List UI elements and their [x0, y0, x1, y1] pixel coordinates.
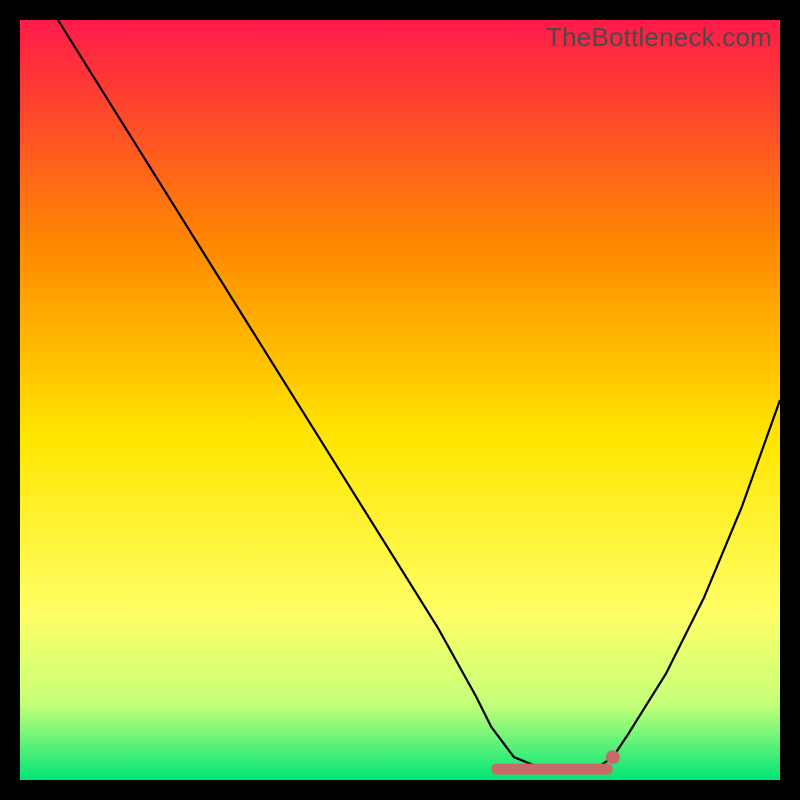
marker-dot-icon — [606, 750, 620, 764]
optimal-range-band — [491, 764, 613, 775]
gradient-background — [20, 20, 780, 780]
bottleneck-chart — [20, 20, 780, 780]
chart-frame: TheBottleneck.com — [20, 20, 780, 780]
watermark-text: TheBottleneck.com — [546, 22, 772, 53]
